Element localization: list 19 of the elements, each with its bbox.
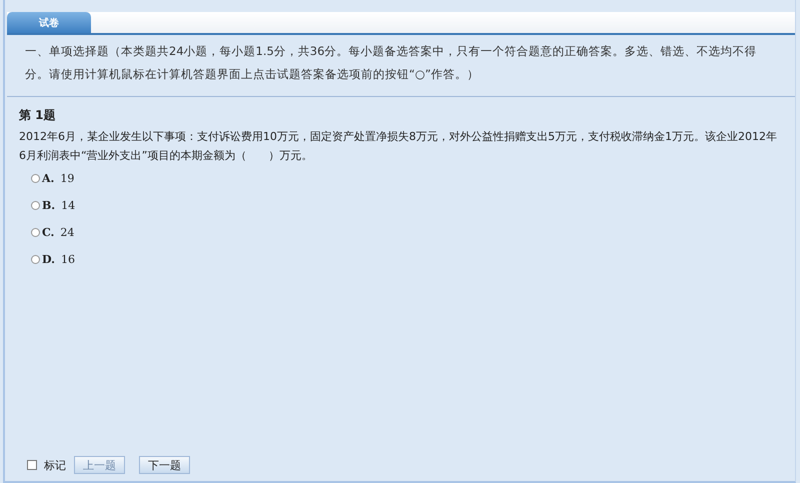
radio-button[interactable] xyxy=(31,255,40,264)
tab[interactable]: 试卷 xyxy=(7,12,91,33)
option-text: 24 xyxy=(60,226,74,239)
mark-label: 标记 xyxy=(44,458,66,472)
option-letter: C. xyxy=(42,226,54,239)
option-text: 14 xyxy=(61,199,76,212)
option-letter: B. xyxy=(42,199,56,212)
radio-button[interactable] xyxy=(31,228,40,237)
instructions-text: 一、单项选择题（本类题共24小题，每小题1.5分，共36分。每小题备选答案中，只有一个符合题意的正确答案。多选、错选、不选均不得分。请使用计算机鼠标在计算机答题界面上点击试题答案备选项前的按钮“○”作答。） xyxy=(24,43,758,83)
option-text: 16 xyxy=(60,253,75,266)
mark-checkbox[interactable] xyxy=(27,460,37,470)
radio-button[interactable] xyxy=(31,174,40,183)
option-text: 19 xyxy=(60,172,74,185)
nav-button[interactable]: 下一题 xyxy=(139,456,190,474)
option-letter: D. xyxy=(42,253,55,266)
radio-button[interactable] xyxy=(31,201,40,210)
question-text: 2012年6月，某企业发生以下事项：支付诉讼费用10万元，固定资产处置净损失8万元，对外公益性捐赠支出5万元，支付税收滞纳金1万元。该企业2012年6月利润表中“营业外支出”项目的本期金额为（ ）万元。 xyxy=(19,129,778,164)
question-number: 第 1题 xyxy=(19,107,57,124)
option-letter: A. xyxy=(42,172,54,185)
